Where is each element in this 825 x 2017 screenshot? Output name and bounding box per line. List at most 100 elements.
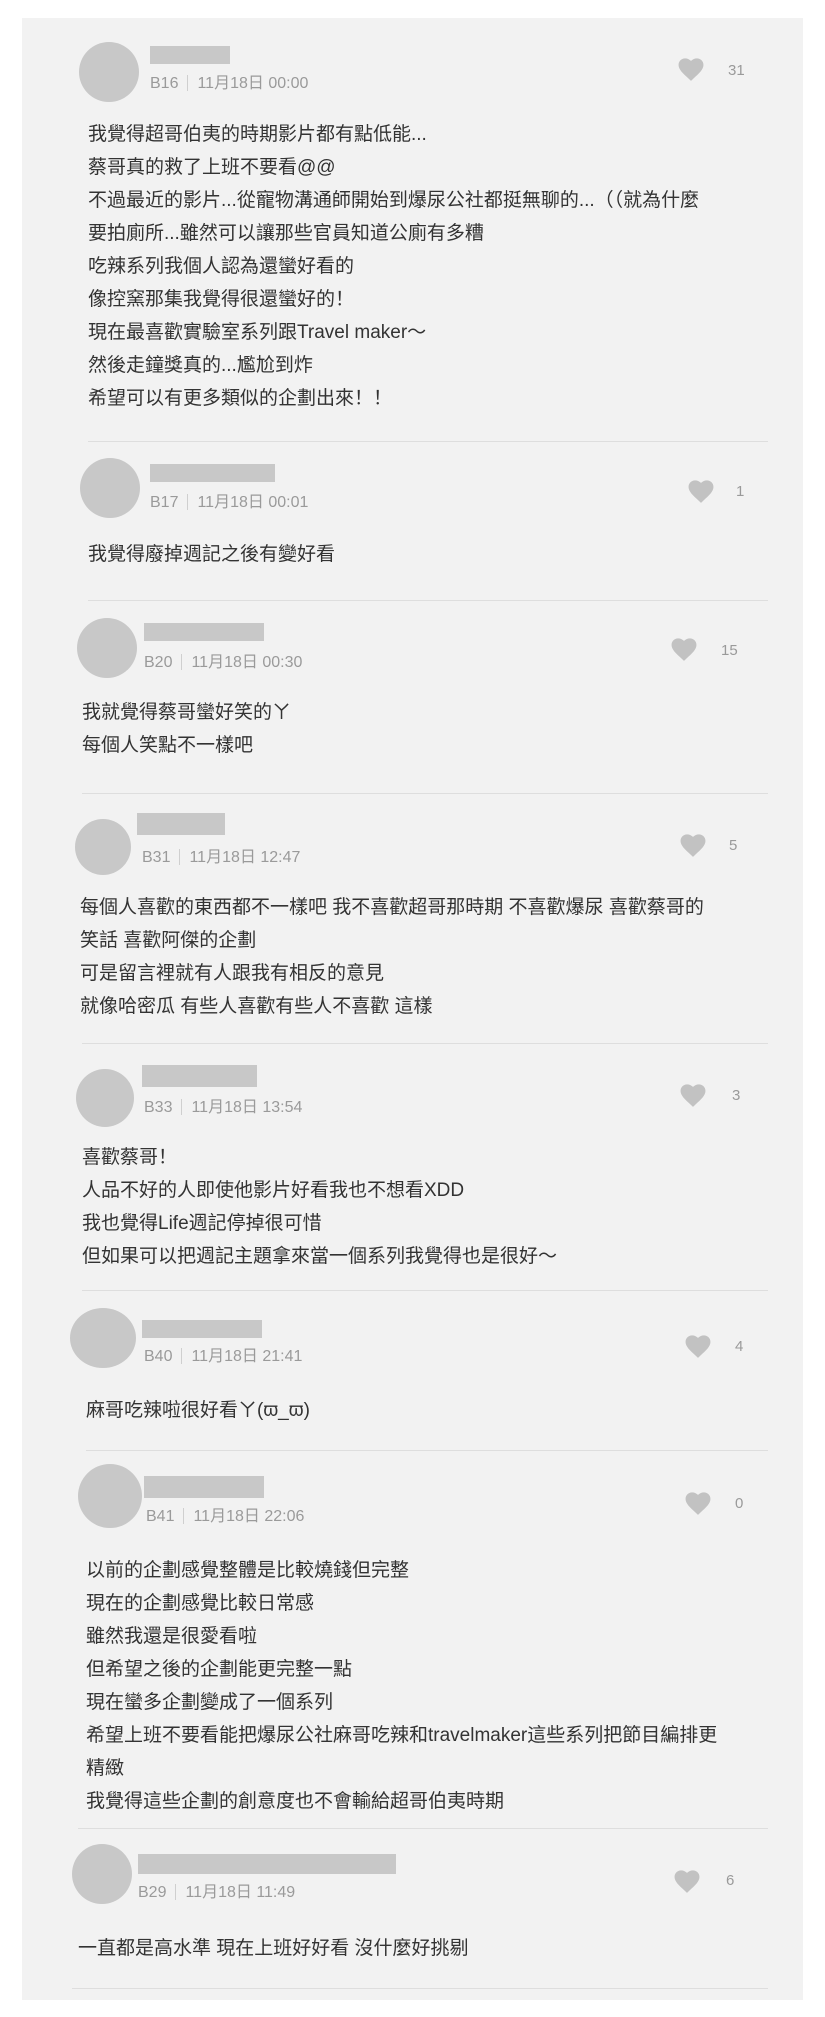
comment-line: 像控窯那集我覺得很還蠻好的！: [88, 289, 355, 310]
username-placeholder[interactable]: [150, 46, 230, 64]
like-count: 0: [735, 1495, 744, 1512]
comment-meta: B31 11月18日 12:47: [142, 843, 300, 867]
comment-line: 現在蠻多企劃變成了一個系列: [86, 1692, 334, 1713]
floor-number: B29: [138, 1884, 167, 1901]
comment-line: 我覺得廢掉週記之後有變好看: [88, 544, 336, 565]
avatar[interactable]: [75, 819, 131, 875]
comment-meta: B17 11月18日 00:01: [150, 488, 308, 512]
username-placeholder[interactable]: [138, 1854, 396, 1874]
meta-divider: [187, 75, 189, 91]
comment-line: 我覺得超哥伯夷的時期影片都有點低能...: [88, 124, 427, 145]
comment-time: 11月18日 00:01: [197, 494, 309, 511]
comment-line: 但希望之後的企劃能更完整一點: [86, 1659, 353, 1680]
meta-divider: [181, 1348, 183, 1364]
comment-meta: B41 11月18日 22:06: [146, 1502, 304, 1526]
comment-divider: [78, 1828, 768, 1829]
comment-body: 麻哥吃辣啦很好看ㄚ(ϖ_ϖ): [86, 1394, 776, 1427]
comment-line: 可是留言裡就有人跟我有相反的意見: [80, 963, 385, 984]
comment-meta: B40 11月18日 21:41: [144, 1342, 302, 1366]
comment-list-panel: B16 11月18日 00:00 31 我覺得超哥伯夷的時期影片都有點低能... …: [22, 18, 803, 2000]
comment-line: 我也覺得Life週記停掉很可惜: [82, 1213, 322, 1234]
comment-divider: [88, 600, 768, 601]
username-placeholder[interactable]: [144, 623, 264, 641]
floor-number: B16: [150, 75, 179, 92]
like-count: 1: [736, 483, 745, 500]
comment-line: 人品不好的人即使他影片好看我也不想看XDD: [82, 1180, 465, 1201]
like-heart-icon[interactable]: [685, 1492, 711, 1516]
comment-body: 我覺得超哥伯夷的時期影片都有點低能... 蔡哥真的救了上班不要看@@ 不過最近的…: [88, 118, 768, 415]
meta-divider: [179, 849, 181, 865]
meta-divider: [183, 1508, 185, 1524]
like-heart-icon[interactable]: [678, 58, 704, 82]
comment-time: 11月18日 00:30: [191, 654, 303, 671]
comment-meta: B16 11月18日 00:00: [150, 69, 308, 93]
comment-line: 我覺得這些企劃的創意度也不會輸給超哥伯夷時期: [86, 1791, 505, 1812]
username-placeholder[interactable]: [142, 1320, 262, 1338]
comment-line: 喜歡蔡哥！: [82, 1147, 178, 1168]
comment-time: 11月18日 12:47: [189, 849, 301, 866]
comment-body: 一直都是高水準 現在上班好好看 沒什麼好挑剔: [78, 1932, 778, 1965]
comment-divider: [88, 441, 768, 442]
comment-line: 吃辣系列我個人認為還蠻好看的: [88, 256, 355, 277]
comment-line: 每個人喜歡的東西都不一樣吧 我不喜歡超哥那時期 不喜歡爆尿 喜歡蔡哥的: [80, 897, 704, 918]
floor-number: B20: [144, 654, 173, 671]
like-count: 4: [735, 1338, 744, 1355]
username-placeholder[interactable]: [137, 813, 225, 835]
avatar[interactable]: [72, 1844, 132, 1904]
username-placeholder[interactable]: [142, 1065, 257, 1087]
like-heart-icon[interactable]: [671, 638, 697, 662]
comment-time: 11月18日 22:06: [193, 1508, 305, 1525]
comment-time: 11月18日 00:00: [197, 75, 309, 92]
comment-line: 現在最喜歡實驗室系列跟Travel maker～: [88, 322, 427, 343]
comment-line: 不過最近的影片...從寵物溝通師開始到爆尿公社都挺無聊的...（（就為什麼: [88, 190, 700, 211]
comment-line: 麻哥吃辣啦很好看ㄚ(ϖ_ϖ): [86, 1400, 310, 1421]
comment-divider: [86, 1450, 768, 1451]
comment-body: 以前的企劃感覺整體是比較燒錢但完整 現在的企劃感覺比較日常感 雖然我還是很愛看啦…: [86, 1554, 786, 1818]
meta-divider: [181, 1099, 183, 1115]
comment-divider: [72, 1988, 768, 1989]
avatar[interactable]: [79, 42, 139, 102]
comment-meta: B29 11月18日 11:49: [138, 1878, 295, 1902]
comment-meta: B20 11月18日 00:30: [144, 648, 302, 672]
comment-body: 我就覺得蔡哥蠻好笑的ㄚ 每個人笑點不一樣吧: [82, 696, 772, 762]
floor-number: B31: [142, 849, 171, 866]
comment-divider: [82, 793, 768, 794]
comment-body: 喜歡蔡哥！ 人品不好的人即使他影片好看我也不想看XDD 我也覺得Life週記停掉…: [82, 1141, 782, 1273]
comment-line: 就像哈密瓜 有些人喜歡有些人不喜歡 這樣: [80, 996, 433, 1017]
like-heart-icon[interactable]: [680, 834, 706, 858]
avatar[interactable]: [80, 458, 140, 518]
avatar[interactable]: [76, 1069, 134, 1127]
comment-line: 精緻: [86, 1758, 125, 1779]
like-count: 31: [728, 62, 745, 79]
avatar[interactable]: [78, 1464, 142, 1528]
floor-number: B33: [144, 1099, 173, 1116]
comment-body: 每個人喜歡的東西都不一樣吧 我不喜歡超哥那時期 不喜歡爆尿 喜歡蔡哥的 笑話 喜…: [80, 891, 780, 1023]
comment-divider: [82, 1043, 768, 1044]
username-placeholder[interactable]: [150, 464, 275, 482]
comment-line: 希望上班不要看能把爆尿公社麻哥吃辣和travelmaker這些系列把節目編排更: [86, 1725, 718, 1746]
like-heart-icon[interactable]: [680, 1084, 706, 1108]
username-placeholder[interactable]: [144, 1476, 264, 1498]
like-count: 15: [721, 642, 738, 659]
like-heart-icon[interactable]: [688, 480, 714, 504]
comment-line: 然後走鐘獎真的...尷尬到炸: [88, 355, 313, 376]
comment-meta: B33 11月18日 13:54: [144, 1093, 302, 1117]
comment-line: 雖然我還是很愛看啦: [86, 1626, 258, 1647]
like-heart-icon[interactable]: [685, 1335, 711, 1359]
avatar[interactable]: [70, 1308, 136, 1368]
like-heart-icon[interactable]: [674, 1870, 700, 1894]
like-count: 3: [732, 1087, 741, 1104]
comment-line: 每個人笑點不一樣吧: [82, 735, 254, 756]
meta-divider: [175, 1884, 177, 1900]
comment-line: 笑話 喜歡阿傑的企劃: [80, 930, 257, 951]
comment-body: 我覺得廢掉週記之後有變好看: [88, 538, 768, 571]
meta-divider: [181, 654, 183, 670]
avatar[interactable]: [77, 618, 137, 678]
like-count: 6: [726, 1872, 735, 1889]
comment-divider: [82, 1290, 768, 1291]
floor-number: B41: [146, 1508, 175, 1525]
floor-number: B17: [150, 494, 179, 511]
comment-line: 希望可以有更多類似的企劃出來！！: [88, 388, 393, 409]
comment-line: 一直都是高水準 現在上班好好看 沒什麼好挑剔: [78, 1938, 469, 1959]
comment-time: 11月18日 13:54: [191, 1099, 303, 1116]
